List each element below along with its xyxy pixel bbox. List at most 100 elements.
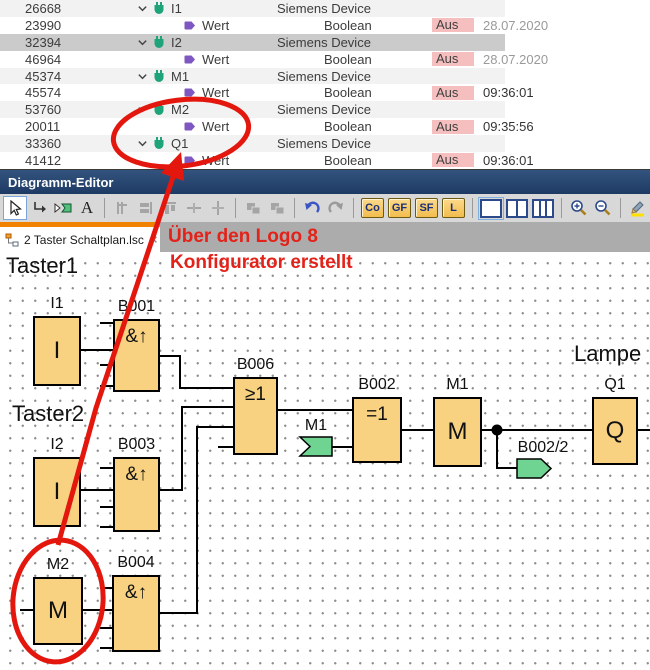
table-row[interactable]: 53760M2Siemens Device (0, 101, 505, 118)
status-badge: Aus (432, 120, 474, 134)
table-row[interactable]: 23990WertBooleanAus28.07.2020 (0, 17, 505, 34)
block-symbol: &↑ (125, 577, 147, 604)
send-backward-tool[interactable] (265, 196, 289, 220)
flag-label: B002/2 (513, 439, 573, 457)
view-two-pane-button[interactable] (506, 199, 528, 218)
block-label: B004 (104, 554, 168, 572)
connector-flag-M1[interactable] (300, 437, 332, 456)
row-type: Boolean (324, 18, 429, 33)
row-id: 23990 (0, 18, 110, 33)
status-badge: Aus (432, 86, 474, 100)
tab-diagram[interactable]: 2 Taster Schaltplan.lsc × (0, 227, 160, 252)
row-name: I1 (171, 1, 182, 16)
bring-forward-tool[interactable] (241, 196, 265, 220)
flag-label: M1 (299, 417, 333, 435)
align-right-tool[interactable] (134, 196, 158, 220)
align-top-tool[interactable] (158, 196, 182, 220)
split-vertical-tool[interactable] (206, 196, 230, 220)
block-symbol: M (48, 597, 68, 625)
block-label: B006 (225, 356, 286, 374)
table-row[interactable]: 26668 I1 Siemens Device (0, 0, 505, 17)
value-tag-icon (184, 87, 196, 98)
zoom-in-button[interactable] (567, 196, 591, 220)
block-label: I1 (25, 295, 89, 313)
row-name: Wert (202, 153, 229, 168)
row-tree-cell: M1 (110, 69, 277, 84)
block-label: B002 (344, 376, 410, 394)
row-tree-cell: Q1 (110, 136, 277, 151)
toolbar-separator (353, 198, 354, 218)
block-b006[interactable]: ≥1 (233, 377, 278, 455)
row-id: 26668 (0, 1, 110, 16)
row-tree-cell: M2 (110, 102, 277, 117)
chevron-down-icon[interactable] (137, 3, 148, 14)
redo-button[interactable] (324, 196, 348, 220)
flag-connector-tool[interactable] (51, 196, 75, 220)
row-id: 45374 (0, 69, 110, 84)
wire[interactable] (160, 356, 233, 388)
block-q1[interactable]: Q (592, 397, 638, 465)
chevron-down-icon[interactable] (137, 104, 148, 115)
device-plug-icon (153, 103, 165, 116)
comment-tool[interactable] (626, 196, 650, 220)
table-row[interactable]: 33360Q1Siemens Device (0, 135, 505, 152)
pane-segment (508, 201, 518, 216)
row-type: Boolean (324, 119, 429, 134)
table-row[interactable]: 46964WertBooleanAus28.07.2020 (0, 51, 505, 68)
select-tool[interactable] (3, 196, 27, 220)
view-three-pane-button[interactable] (532, 199, 554, 218)
row-id: 45574 (0, 85, 110, 100)
table-row[interactable]: 20011WertBooleanAus09:35:56 (0, 118, 505, 135)
table-row[interactable]: 45574WertBooleanAus09:36:01 (0, 84, 505, 101)
row-id: 32394 (0, 35, 110, 50)
block-m1[interactable]: M (433, 397, 482, 467)
chevron-down-icon[interactable] (137, 37, 148, 48)
align-frame-tool[interactable] (110, 196, 134, 220)
block-symbol: ≥1 (245, 379, 266, 406)
row-tree-cell: Wert (110, 85, 324, 100)
wires-layer (0, 252, 650, 670)
special-functions-button[interactable]: SF (415, 198, 438, 218)
wire[interactable] (160, 427, 233, 613)
basic-functions-button[interactable]: GF (388, 198, 411, 218)
logic-button[interactable]: L (442, 198, 465, 218)
zoom-out-button[interactable] (591, 196, 615, 220)
row-id: 53760 (0, 102, 110, 117)
tab-close-icon[interactable]: × (150, 232, 158, 247)
chevron-down-icon[interactable] (137, 138, 148, 149)
undo-button[interactable] (300, 196, 324, 220)
row-tree-cell: I1 (110, 1, 277, 16)
block-i1[interactable]: I (33, 316, 81, 386)
connector-tool[interactable] (27, 196, 51, 220)
connector-flag-B002-2[interactable] (517, 459, 551, 478)
row-type: Siemens Device (277, 1, 382, 16)
block-m2[interactable]: M (33, 577, 83, 645)
split-horizontal-tool[interactable] (182, 196, 206, 220)
row-name: M1 (171, 69, 189, 84)
table-row[interactable]: 41412WertBooleanAus09:36:01 (0, 152, 505, 169)
table-row[interactable]: 32394I2Siemens Device (0, 34, 505, 51)
block-symbol: I (54, 337, 61, 365)
block-b002[interactable]: =1 (352, 397, 402, 463)
status-badge: Aus (432, 153, 474, 167)
chevron-down-icon[interactable] (137, 71, 148, 82)
block-i2[interactable]: I (33, 457, 81, 527)
text-tool[interactable]: A (75, 196, 99, 220)
block-b001[interactable]: &↑ (113, 319, 160, 392)
block-label: I2 (25, 436, 89, 454)
constants-button[interactable]: Co (361, 198, 384, 218)
row-type: Siemens Device (277, 102, 382, 117)
block-b003[interactable]: &↑ (113, 457, 160, 532)
pane-segment (518, 201, 526, 216)
variable-table: 26668I1Siemens Device23990WertBooleanAus… (0, 0, 650, 169)
toolbar-separator (294, 198, 295, 218)
diagram-file-icon (5, 233, 19, 247)
row-name: Wert (202, 52, 229, 67)
block-b004[interactable]: &↑ (112, 575, 160, 652)
view-single-pane-button[interactable] (480, 199, 502, 218)
row-name: Wert (202, 119, 229, 134)
row-timestamp: 28.07.2020 (483, 52, 548, 67)
diagram-canvas[interactable]: Konfigurator erstellt Taster1Taster2Lamp… (0, 252, 650, 670)
block-symbol: &↑ (125, 321, 147, 348)
table-row[interactable]: 45374M1Siemens Device (0, 68, 505, 85)
